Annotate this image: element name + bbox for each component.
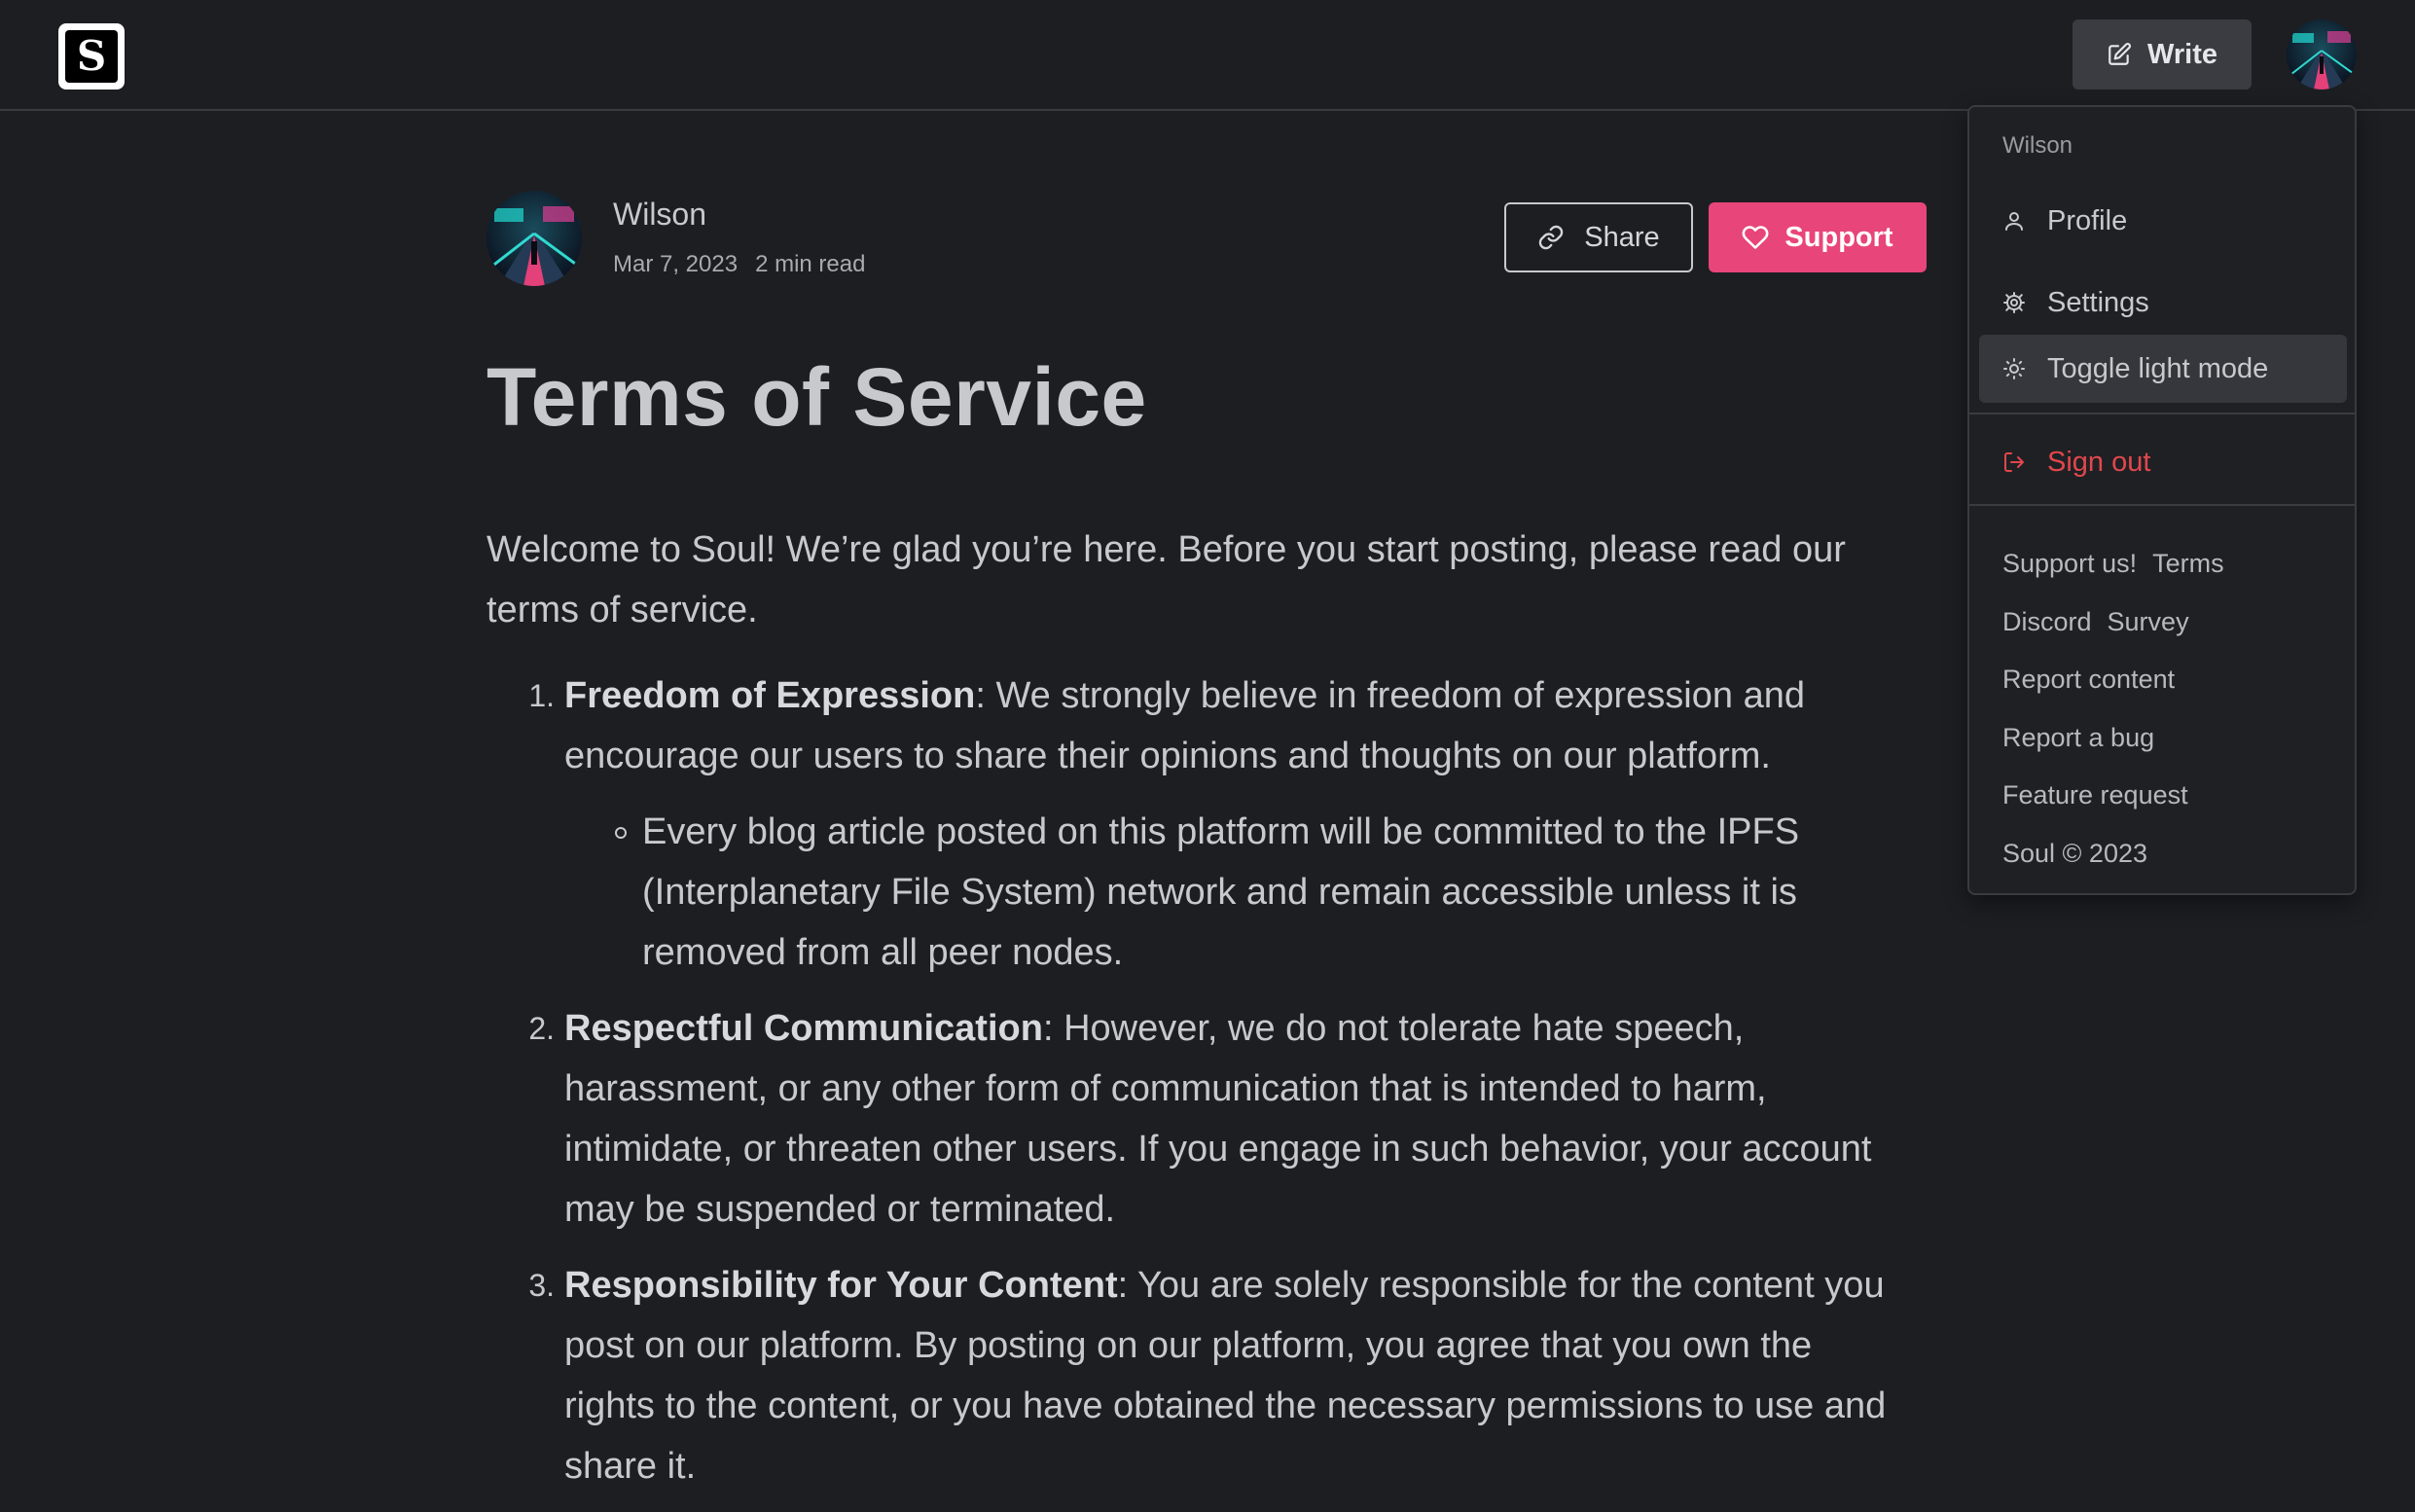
sub-list-item: Every blog article posted on this platfo…	[564, 802, 1907, 983]
terms-list: 1. Freedom of Expression: We strongly be…	[487, 666, 1907, 1496]
author-name[interactable]: Wilson	[613, 197, 706, 233]
list-number: 2.	[528, 1011, 555, 1046]
list-item: 2. Respectful Communication: However, we…	[487, 998, 1907, 1240]
terms-link[interactable]: Terms	[2152, 549, 2224, 579]
menu-item-label: Sign out	[2047, 446, 2151, 478]
menu-item-toggle-light-mode[interactable]: Toggle light mode	[1979, 335, 2347, 403]
list-number: 3.	[528, 1268, 555, 1303]
menu-item-profile[interactable]: Profile	[1979, 187, 2347, 255]
edit-icon	[2109, 43, 2131, 65]
write-button[interactable]: Write	[2073, 19, 2252, 90]
top-navbar: S Write	[0, 0, 2415, 111]
report-content-link[interactable]: Report content	[2002, 665, 2175, 695]
author-row: Wilson Mar 7, 2023 2 min read Share Supp…	[487, 191, 1928, 288]
menu-item-settings[interactable]: Settings	[1979, 269, 2347, 337]
share-label: Share	[1584, 221, 1660, 253]
list-number: 1.	[528, 678, 555, 713]
support-button[interactable]: Support	[1709, 202, 1927, 272]
menu-username: Wilson	[2002, 132, 2073, 159]
user-avatar-button[interactable]	[2287, 19, 2357, 90]
avatar-image	[2287, 19, 2357, 90]
post-date: Mar 7, 2023	[613, 251, 739, 277]
bullet-icon	[564, 802, 642, 983]
write-label: Write	[2147, 38, 2217, 70]
copyright-text: Soul © 2023	[2002, 838, 2148, 868]
list-item: 3. Responsibility for Your Content: You …	[487, 1255, 1907, 1496]
article-intro: Welcome to Soul! We’re glad you’re here.…	[487, 529, 1846, 630]
post-meta: Mar 7, 2023 2 min read	[613, 251, 865, 278]
author-avatar[interactable]	[487, 191, 582, 286]
menu-item-sign-out[interactable]: Sign out	[1979, 428, 2347, 496]
menu-item-label: Profile	[2047, 204, 2128, 236]
list-heading: Freedom of Expression	[564, 675, 976, 716]
discord-link[interactable]: Discord	[2002, 607, 2092, 637]
report-bug-link[interactable]: Report a bug	[2002, 723, 2154, 753]
article-title: Terms of Service	[487, 351, 1147, 443]
sun-icon	[2003, 358, 2025, 379]
support-us-link[interactable]: Support us!	[2002, 549, 2137, 579]
author-avatar-image	[487, 191, 582, 286]
heart-icon	[1743, 226, 1769, 249]
article-body: Welcome to Soul! We’re glad you’re here.…	[487, 520, 1907, 1512]
list-item: 1. Freedom of Expression: We strongly be…	[487, 666, 1907, 983]
menu-divider	[1969, 504, 2355, 506]
read-time: 2 min read	[755, 251, 866, 277]
menu-item-label: Toggle light mode	[2047, 352, 2269, 384]
gear-icon	[2003, 292, 2025, 313]
feature-request-link[interactable]: Feature request	[2002, 780, 2188, 810]
support-label: Support	[1784, 221, 1893, 253]
link-icon	[1539, 225, 1564, 250]
survey-link[interactable]: Survey	[2108, 607, 2189, 637]
sub-list-text: Every blog article posted on this platfo…	[642, 811, 1800, 973]
user-dropdown-menu: Wilson Profile Settings Toggle light mod…	[1967, 105, 2357, 895]
menu-item-label: Settings	[2047, 286, 2149, 318]
user-icon	[2005, 212, 2023, 231]
menu-divider	[1969, 413, 2355, 414]
soul-logo[interactable]: S	[58, 23, 125, 90]
logo-letter: S	[65, 30, 118, 83]
list-heading: Responsibility for Your Content	[564, 1265, 1118, 1306]
list-heading: Respectful Communication	[564, 1008, 1043, 1049]
sign-out-icon	[2004, 452, 2024, 472]
share-button[interactable]: Share	[1504, 202, 1693, 272]
menu-footer-links: Support us! Terms Discord Survey Report …	[2002, 535, 2224, 882]
